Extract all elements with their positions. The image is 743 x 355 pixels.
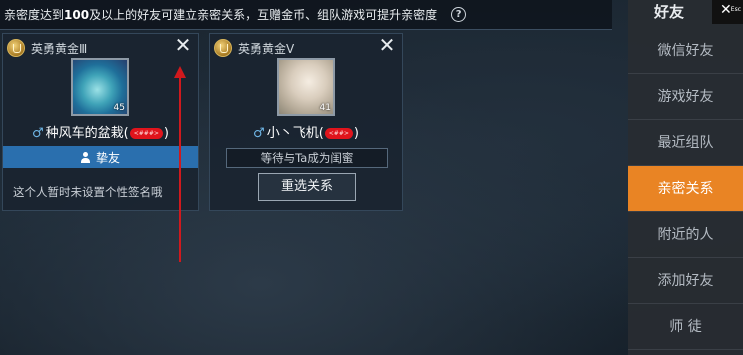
sidebar-item-mentor[interactable]: 师 徒 xyxy=(628,304,743,350)
close-icon[interactable]: ✕ xyxy=(172,35,194,57)
avatar[interactable]: 41 xyxy=(277,58,335,116)
friend-name-row: ♂ 种风车的盆栽(<###>) xyxy=(3,122,198,141)
relation-label: 挚友 xyxy=(95,150,120,165)
avatar[interactable]: 45 xyxy=(71,58,129,116)
friend-name-row: ♂ 小丶飞机(<##>) xyxy=(210,122,402,141)
notice-text-after: 及以上的好友可建立亲密关系，互赠金币、组队游戏可提升亲密度 xyxy=(89,8,438,22)
relation-status: 等待与Ta成为闺蜜 xyxy=(226,148,388,168)
signature-text: 这个人暂时未设置个性签名哦 xyxy=(13,185,163,199)
male-icon: ♂ xyxy=(253,126,265,141)
help-icon[interactable]: ? xyxy=(451,7,467,22)
close-icon[interactable]: ✕ xyxy=(376,35,398,57)
friend-card: 英勇黄金Ⅴ ✕ 41 ♂ 小丶飞机(<##>) 等待与Ta成为闺蜜 重选关系 xyxy=(209,33,403,211)
notice-threshold: 100 xyxy=(64,7,90,22)
rank-label: 英勇黄金Ⅲ xyxy=(31,41,88,56)
friend-name-close: ) xyxy=(163,126,169,141)
sidebar-item-intimate[interactable]: 亲密关系 xyxy=(628,166,743,212)
sidebar-item-nearby[interactable]: 附近的人 xyxy=(628,212,743,258)
reselect-relation-button[interactable]: 重选关系 xyxy=(258,173,356,201)
level-badge: 45 xyxy=(113,103,125,113)
sidebar-item-recent-team[interactable]: 最近组队 xyxy=(628,120,743,166)
male-icon: ♂ xyxy=(32,126,44,141)
friend-card: 英勇黄金Ⅲ ✕ 45 ♂ 种风车的盆栽(<###>) 挚友 这个人暂时未设置个性签… xyxy=(2,33,199,211)
sidebar-item-game-friends[interactable]: 游戏好友 xyxy=(628,74,743,120)
relation-bar: 挚友 xyxy=(3,146,198,168)
rank-header: 英勇黄金Ⅲ xyxy=(7,37,87,59)
rank-icon xyxy=(7,39,25,57)
rank-header: 英勇黄金Ⅴ xyxy=(214,37,294,59)
sidebar-item-add-friend[interactable]: 添加好友 xyxy=(628,258,743,304)
friend-name: 小丶飞机( xyxy=(266,126,324,141)
rank-label: 英勇黄金Ⅴ xyxy=(238,41,295,56)
redacted-mark: <##> xyxy=(324,128,353,139)
redacted-mark: <###> xyxy=(129,128,163,139)
person-icon xyxy=(80,151,90,163)
rank-icon xyxy=(214,39,232,57)
friends-sidebar: 好友 ✕ Esc 微信好友 游戏好友 最近组队 亲密关系 附近的人 添加好友 师… xyxy=(628,0,743,355)
sidebar-item-wechat-friends[interactable]: 微信好友 xyxy=(628,28,743,74)
esc-label: Esc xyxy=(730,6,741,13)
notice-text-before: 亲密度达到 xyxy=(4,8,65,22)
esc-close-button[interactable]: ✕ Esc xyxy=(712,0,743,24)
friend-name-close: ) xyxy=(353,126,359,141)
friend-name: 种风车的盆栽( xyxy=(45,126,129,141)
intimacy-notice: 亲密度达到 100 及以上的好友可建立亲密关系，互赠金币、组队游戏可提升亲密度 ? xyxy=(0,0,612,30)
level-badge: 41 xyxy=(319,103,331,113)
